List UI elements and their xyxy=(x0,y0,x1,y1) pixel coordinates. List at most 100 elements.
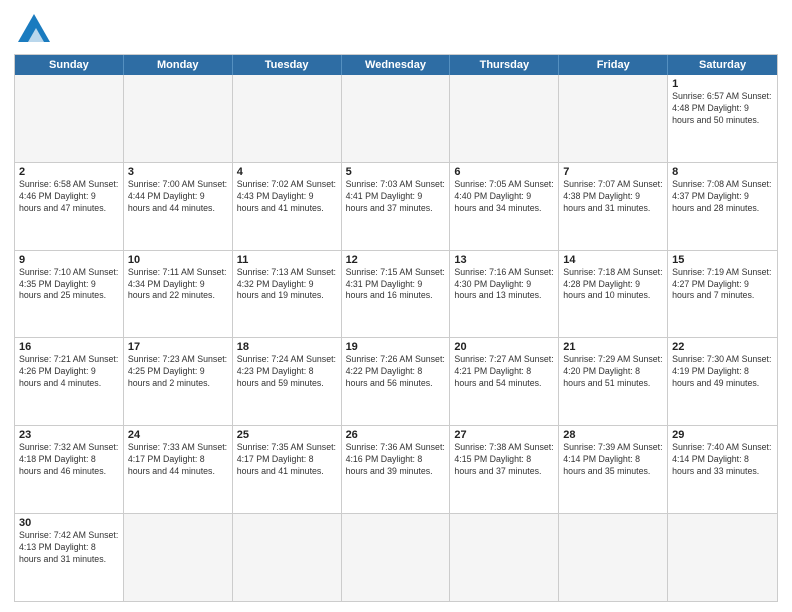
header-day-monday: Monday xyxy=(124,55,233,75)
cell-info: Sunrise: 7:42 AM Sunset: 4:13 PM Dayligh… xyxy=(19,530,119,566)
cell-info: Sunrise: 7:39 AM Sunset: 4:14 PM Dayligh… xyxy=(563,442,663,478)
cell-info: Sunrise: 7:27 AM Sunset: 4:21 PM Dayligh… xyxy=(454,354,554,390)
cell-info: Sunrise: 7:08 AM Sunset: 4:37 PM Dayligh… xyxy=(672,179,773,215)
day-number: 28 xyxy=(563,429,663,441)
calendar-cell xyxy=(15,75,124,162)
day-number: 22 xyxy=(672,341,773,353)
calendar-cell xyxy=(342,514,451,601)
header-day-friday: Friday xyxy=(559,55,668,75)
day-number: 16 xyxy=(19,341,119,353)
calendar-cell: 14Sunrise: 7:18 AM Sunset: 4:28 PM Dayli… xyxy=(559,251,668,338)
day-number: 26 xyxy=(346,429,446,441)
day-number: 5 xyxy=(346,166,446,178)
day-number: 24 xyxy=(128,429,228,441)
cell-info: Sunrise: 7:02 AM Sunset: 4:43 PM Dayligh… xyxy=(237,179,337,215)
logo xyxy=(14,10,53,46)
calendar-cell: 5Sunrise: 7:03 AM Sunset: 4:41 PM Daylig… xyxy=(342,163,451,250)
calendar-cell xyxy=(559,514,668,601)
cell-info: Sunrise: 7:36 AM Sunset: 4:16 PM Dayligh… xyxy=(346,442,446,478)
header-day-tuesday: Tuesday xyxy=(233,55,342,75)
header-day-thursday: Thursday xyxy=(450,55,559,75)
calendar-cell xyxy=(124,75,233,162)
calendar-cell: 4Sunrise: 7:02 AM Sunset: 4:43 PM Daylig… xyxy=(233,163,342,250)
header-day-wednesday: Wednesday xyxy=(342,55,451,75)
day-number: 19 xyxy=(346,341,446,353)
cell-info: Sunrise: 7:32 AM Sunset: 4:18 PM Dayligh… xyxy=(19,442,119,478)
calendar-cell: 17Sunrise: 7:23 AM Sunset: 4:25 PM Dayli… xyxy=(124,338,233,425)
cell-info: Sunrise: 7:40 AM Sunset: 4:14 PM Dayligh… xyxy=(672,442,773,478)
cell-info: Sunrise: 7:13 AM Sunset: 4:32 PM Dayligh… xyxy=(237,267,337,303)
day-number: 9 xyxy=(19,254,119,266)
calendar-cell xyxy=(450,514,559,601)
calendar-cell: 9Sunrise: 7:10 AM Sunset: 4:35 PM Daylig… xyxy=(15,251,124,338)
calendar-cell: 18Sunrise: 7:24 AM Sunset: 4:23 PM Dayli… xyxy=(233,338,342,425)
calendar-cell: 7Sunrise: 7:07 AM Sunset: 4:38 PM Daylig… xyxy=(559,163,668,250)
cell-info: Sunrise: 7:03 AM Sunset: 4:41 PM Dayligh… xyxy=(346,179,446,215)
calendar-cell: 29Sunrise: 7:40 AM Sunset: 4:14 PM Dayli… xyxy=(668,426,777,513)
cell-info: Sunrise: 7:18 AM Sunset: 4:28 PM Dayligh… xyxy=(563,267,663,303)
calendar-row-0: 1Sunrise: 6:57 AM Sunset: 4:48 PM Daylig… xyxy=(15,75,777,162)
day-number: 21 xyxy=(563,341,663,353)
day-number: 15 xyxy=(672,254,773,266)
cell-info: Sunrise: 7:15 AM Sunset: 4:31 PM Dayligh… xyxy=(346,267,446,303)
calendar-cell xyxy=(668,514,777,601)
calendar-cell: 1Sunrise: 6:57 AM Sunset: 4:48 PM Daylig… xyxy=(668,75,777,162)
calendar-cell: 10Sunrise: 7:11 AM Sunset: 4:34 PM Dayli… xyxy=(124,251,233,338)
cell-info: Sunrise: 7:11 AM Sunset: 4:34 PM Dayligh… xyxy=(128,267,228,303)
calendar-row-1: 2Sunrise: 6:58 AM Sunset: 4:46 PM Daylig… xyxy=(15,162,777,250)
calendar-cell: 8Sunrise: 7:08 AM Sunset: 4:37 PM Daylig… xyxy=(668,163,777,250)
calendar-cell xyxy=(342,75,451,162)
day-number: 27 xyxy=(454,429,554,441)
calendar-row-5: 30Sunrise: 7:42 AM Sunset: 4:13 PM Dayli… xyxy=(15,513,777,601)
header-day-sunday: Sunday xyxy=(15,55,124,75)
calendar-cell xyxy=(233,514,342,601)
calendar-cell: 6Sunrise: 7:05 AM Sunset: 4:40 PM Daylig… xyxy=(450,163,559,250)
calendar-cell: 3Sunrise: 7:00 AM Sunset: 4:44 PM Daylig… xyxy=(124,163,233,250)
calendar-body: 1Sunrise: 6:57 AM Sunset: 4:48 PM Daylig… xyxy=(15,75,777,601)
day-number: 6 xyxy=(454,166,554,178)
day-number: 8 xyxy=(672,166,773,178)
day-number: 10 xyxy=(128,254,228,266)
header-day-saturday: Saturday xyxy=(668,55,777,75)
calendar-cell: 28Sunrise: 7:39 AM Sunset: 4:14 PM Dayli… xyxy=(559,426,668,513)
header xyxy=(14,10,778,46)
cell-info: Sunrise: 7:07 AM Sunset: 4:38 PM Dayligh… xyxy=(563,179,663,215)
calendar-cell: 2Sunrise: 6:58 AM Sunset: 4:46 PM Daylig… xyxy=(15,163,124,250)
cell-info: Sunrise: 7:29 AM Sunset: 4:20 PM Dayligh… xyxy=(563,354,663,390)
calendar-row-3: 16Sunrise: 7:21 AM Sunset: 4:26 PM Dayli… xyxy=(15,337,777,425)
day-number: 2 xyxy=(19,166,119,178)
calendar-row-4: 23Sunrise: 7:32 AM Sunset: 4:18 PM Dayli… xyxy=(15,425,777,513)
day-number: 4 xyxy=(237,166,337,178)
day-number: 11 xyxy=(237,254,337,266)
calendar-cell: 22Sunrise: 7:30 AM Sunset: 4:19 PM Dayli… xyxy=(668,338,777,425)
calendar-cell: 23Sunrise: 7:32 AM Sunset: 4:18 PM Dayli… xyxy=(15,426,124,513)
day-number: 18 xyxy=(237,341,337,353)
calendar-cell: 13Sunrise: 7:16 AM Sunset: 4:30 PM Dayli… xyxy=(450,251,559,338)
cell-info: Sunrise: 7:16 AM Sunset: 4:30 PM Dayligh… xyxy=(454,267,554,303)
calendar-cell xyxy=(559,75,668,162)
cell-info: Sunrise: 7:19 AM Sunset: 4:27 PM Dayligh… xyxy=(672,267,773,303)
cell-info: Sunrise: 7:00 AM Sunset: 4:44 PM Dayligh… xyxy=(128,179,228,215)
calendar: SundayMondayTuesdayWednesdayThursdayFrid… xyxy=(14,54,778,602)
day-number: 13 xyxy=(454,254,554,266)
day-number: 25 xyxy=(237,429,337,441)
calendar-cell: 19Sunrise: 7:26 AM Sunset: 4:22 PM Dayli… xyxy=(342,338,451,425)
day-number: 12 xyxy=(346,254,446,266)
cell-info: Sunrise: 7:10 AM Sunset: 4:35 PM Dayligh… xyxy=(19,267,119,303)
cell-info: Sunrise: 7:33 AM Sunset: 4:17 PM Dayligh… xyxy=(128,442,228,478)
cell-info: Sunrise: 6:58 AM Sunset: 4:46 PM Dayligh… xyxy=(19,179,119,215)
cell-info: Sunrise: 7:05 AM Sunset: 4:40 PM Dayligh… xyxy=(454,179,554,215)
calendar-cell: 16Sunrise: 7:21 AM Sunset: 4:26 PM Dayli… xyxy=(15,338,124,425)
calendar-cell: 26Sunrise: 7:36 AM Sunset: 4:16 PM Dayli… xyxy=(342,426,451,513)
calendar-cell: 12Sunrise: 7:15 AM Sunset: 4:31 PM Dayli… xyxy=(342,251,451,338)
calendar-cell: 11Sunrise: 7:13 AM Sunset: 4:32 PM Dayli… xyxy=(233,251,342,338)
cell-info: Sunrise: 7:24 AM Sunset: 4:23 PM Dayligh… xyxy=(237,354,337,390)
calendar-cell xyxy=(233,75,342,162)
day-number: 23 xyxy=(19,429,119,441)
day-number: 30 xyxy=(19,517,119,529)
calendar-cell: 25Sunrise: 7:35 AM Sunset: 4:17 PM Dayli… xyxy=(233,426,342,513)
day-number: 20 xyxy=(454,341,554,353)
cell-info: Sunrise: 7:26 AM Sunset: 4:22 PM Dayligh… xyxy=(346,354,446,390)
cell-info: Sunrise: 7:23 AM Sunset: 4:25 PM Dayligh… xyxy=(128,354,228,390)
calendar-cell: 20Sunrise: 7:27 AM Sunset: 4:21 PM Dayli… xyxy=(450,338,559,425)
